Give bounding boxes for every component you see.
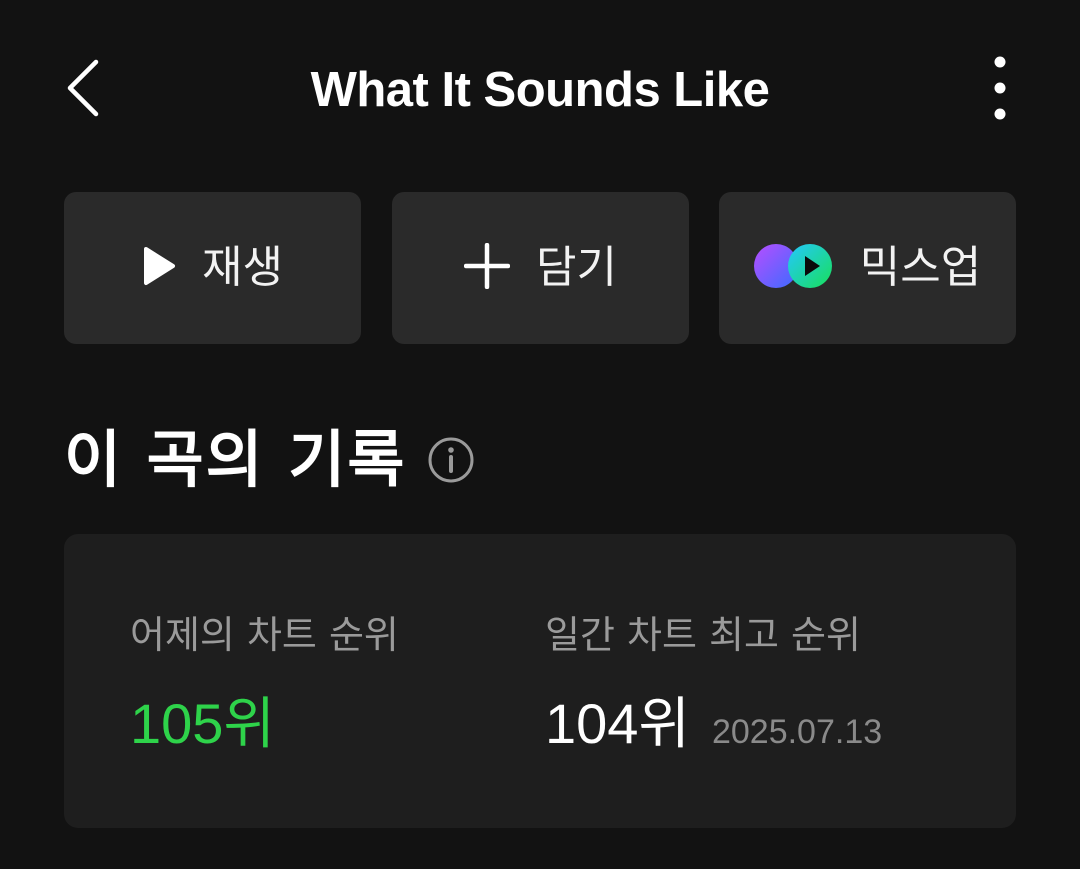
top-bar: What It Sounds Like <box>0 0 1080 180</box>
more-vertical-icon <box>993 55 1007 125</box>
best-daily-rank-label: 일간 차트 최고 순위 <box>545 613 861 657</box>
plus-icon <box>463 242 511 293</box>
info-icon[interactable] <box>426 435 476 485</box>
best-daily-rank: 일간 차트 최고 순위 104위 2025.07.13 <box>545 614 882 754</box>
section-title: 이 곡의 기록 <box>64 423 407 496</box>
best-daily-rank-date: 2025.07.13 <box>711 713 883 751</box>
chevron-left-icon <box>64 56 104 124</box>
yesterday-rank: 어제의 차트 순위 105위 <box>130 614 399 754</box>
chart-record-card: 어제의 차트 순위 105위 일간 차트 최고 순위 104위 2025.07.… <box>64 534 1016 828</box>
page-title: What It Sounds Like <box>310 63 770 117</box>
action-buttons: 재생 담기 믹스업 <box>64 192 1016 344</box>
add-button-label: 담기 <box>536 242 617 293</box>
yesterday-rank-label: 어제의 차트 순위 <box>130 613 399 657</box>
mixup-icon <box>753 242 834 294</box>
add-to-playlist-button[interactable]: 담기 <box>392 192 689 344</box>
section-header: 이 곡의 기록 <box>64 420 476 500</box>
back-button[interactable] <box>52 50 116 130</box>
more-options-button[interactable] <box>970 52 1030 128</box>
mixup-button-label: 믹스업 <box>859 242 982 293</box>
play-button-label: 재생 <box>202 242 283 293</box>
yesterday-rank-value: 105위 <box>130 692 275 755</box>
best-daily-rank-value: 104위 <box>545 692 690 755</box>
mixup-button[interactable]: 믹스업 <box>719 192 1016 344</box>
play-icon <box>142 246 176 290</box>
play-button[interactable]: 재생 <box>64 192 361 344</box>
